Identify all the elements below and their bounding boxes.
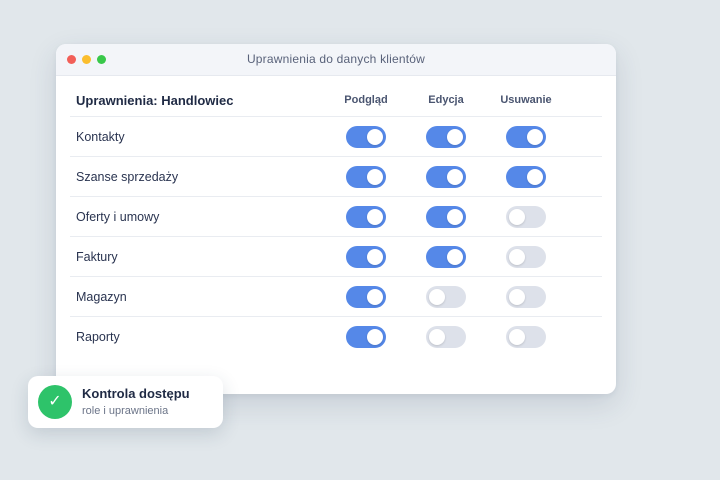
toggle-edit[interactable] xyxy=(426,166,466,188)
toggle-knob xyxy=(367,169,383,185)
toggle-knob xyxy=(447,209,463,225)
toggle-knob xyxy=(447,169,463,185)
row-label: Szanse sprzedaży xyxy=(76,170,179,184)
toggle-edit[interactable] xyxy=(426,326,466,348)
toggle-knob xyxy=(447,249,463,265)
permission-row-offers-contracts: Oferty i umowy xyxy=(70,197,602,237)
toggle-view[interactable] xyxy=(346,126,386,148)
toggle-edit[interactable] xyxy=(426,246,466,268)
row-label: Oferty i umowy xyxy=(76,210,160,224)
column-header-view: Podgląd xyxy=(344,94,388,106)
toggle-view[interactable] xyxy=(346,166,386,188)
toggle-delete[interactable] xyxy=(506,246,546,268)
column-header-delete: Usuwanie xyxy=(500,94,552,106)
toggle-knob xyxy=(509,289,525,305)
row-label: Magazyn xyxy=(76,290,127,304)
toggle-knob xyxy=(367,209,383,225)
toggle-knob xyxy=(509,249,525,265)
toggle-knob xyxy=(429,289,445,305)
toggle-knob xyxy=(367,129,383,145)
toggle-knob xyxy=(527,129,543,145)
title-bar: Uprawnienia do danych klientów xyxy=(56,44,616,76)
permissions-window: Uprawnienia do danych klientów Uprawnien… xyxy=(56,44,616,394)
toggle-delete[interactable] xyxy=(506,326,546,348)
permission-row-sales-opportunities: Szanse sprzedaży xyxy=(70,157,602,197)
toggle-view[interactable] xyxy=(346,206,386,228)
toggle-knob xyxy=(509,329,525,345)
toggle-knob xyxy=(367,249,383,265)
row-label: Faktury xyxy=(76,250,118,264)
toggle-edit[interactable] xyxy=(426,206,466,228)
permissions-table: Uprawnienia: Handlowiec Podgląd Edycja U… xyxy=(70,86,602,356)
badge-title: Kontrola dostępu xyxy=(82,386,190,401)
role-label: Uprawnienia: Handlowiec xyxy=(76,93,234,108)
toggle-delete[interactable] xyxy=(506,126,546,148)
toggle-delete[interactable] xyxy=(506,206,546,228)
toggle-knob xyxy=(367,329,383,345)
permission-row-invoices: Faktury xyxy=(70,237,602,277)
toggle-view[interactable] xyxy=(346,326,386,348)
permission-row-warehouse: Magazyn xyxy=(70,277,602,317)
check-icon: ✓ xyxy=(38,385,72,419)
toggle-knob xyxy=(447,129,463,145)
toggle-delete[interactable] xyxy=(506,286,546,308)
toggle-knob xyxy=(527,169,543,185)
toggle-edit[interactable] xyxy=(426,286,466,308)
toggle-knob xyxy=(429,329,445,345)
column-header-edit: Edycja xyxy=(428,94,464,106)
row-label: Raporty xyxy=(76,330,120,344)
toggle-delete[interactable] xyxy=(506,166,546,188)
permission-row-reports: Raporty xyxy=(70,317,602,356)
toggle-view[interactable] xyxy=(346,286,386,308)
toggle-knob xyxy=(509,209,525,225)
toggle-edit[interactable] xyxy=(426,126,466,148)
toggle-knob xyxy=(367,289,383,305)
toggle-view[interactable] xyxy=(346,246,386,268)
access-control-badge: ✓ Kontrola dostępu role i uprawnienia xyxy=(28,376,223,428)
row-label: Kontakty xyxy=(76,130,125,144)
permission-row-contacts: Kontakty xyxy=(70,117,602,157)
window-title: Uprawnienia do danych klientów xyxy=(246,52,426,66)
badge-subtitle: role i uprawnienia xyxy=(82,405,169,417)
table-header: Uprawnienia: Handlowiec Podgląd Edycja U… xyxy=(70,86,602,117)
